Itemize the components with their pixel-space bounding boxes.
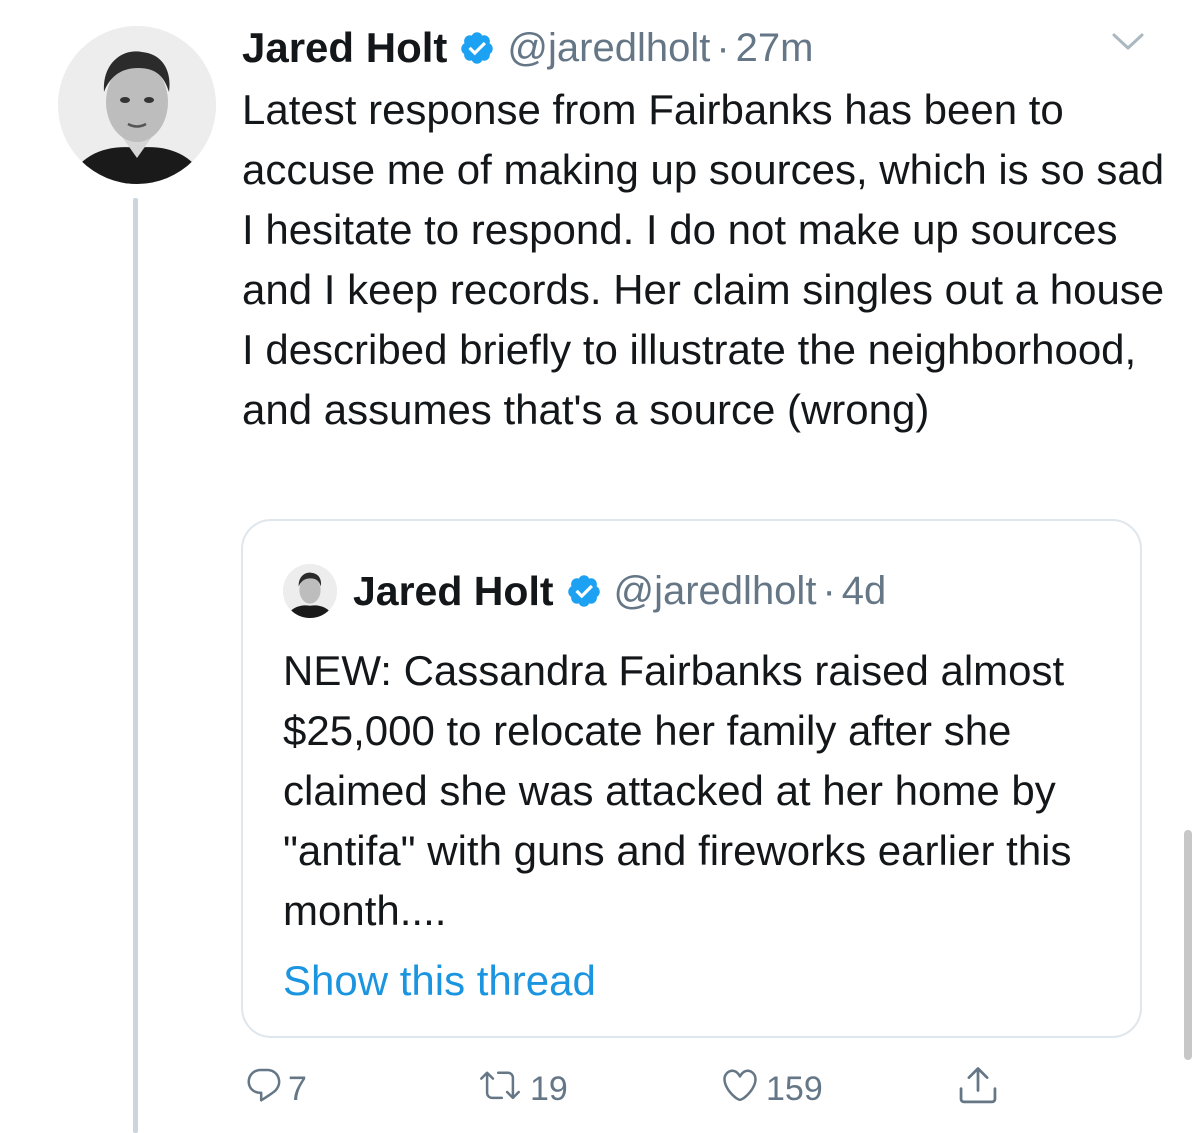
author-avatar[interactable] xyxy=(58,26,216,184)
tweet-header: Jared Holt @jaredlholt · 27m xyxy=(242,20,813,76)
heart-icon xyxy=(718,1065,762,1114)
quoted-author-avatar xyxy=(283,564,337,618)
scrollbar[interactable] xyxy=(1184,830,1192,1060)
tweet-timestamp[interactable]: 27m xyxy=(736,26,814,71)
show-thread-link[interactable]: Show this thread xyxy=(283,951,596,1011)
like-count: 159 xyxy=(766,1069,823,1108)
share-icon xyxy=(956,1063,1000,1116)
quoted-tweet-timestamp: 4d xyxy=(841,568,887,613)
reply-icon xyxy=(244,1065,284,1114)
retweet-count: 19 xyxy=(530,1069,568,1108)
chevron-down-icon[interactable] xyxy=(1110,30,1146,54)
quoted-tweet-card[interactable]: Jared Holt @jaredlholt · 4d NEW: Cassand… xyxy=(241,519,1142,1038)
reply-button[interactable]: 7 xyxy=(244,1062,307,1116)
quoted-header-separator: · xyxy=(822,568,836,613)
quoted-tweet-header: Jared Holt @jaredlholt · 4d xyxy=(283,561,886,621)
author-name[interactable]: Jared Holt xyxy=(242,24,447,72)
quoted-tweet-text: NEW: Cassandra Fairbanks raised almost $… xyxy=(283,647,1072,934)
retweet-button[interactable]: 19 xyxy=(474,1062,568,1116)
tweet-text: Latest response from Fairbanks has been … xyxy=(242,86,1165,433)
author-handle[interactable]: @jaredlholt xyxy=(507,26,710,71)
header-separator: · xyxy=(716,25,730,70)
reply-count: 7 xyxy=(288,1069,307,1108)
quoted-author-handle: @jaredlholt xyxy=(613,568,817,613)
retweet-icon xyxy=(474,1065,526,1114)
thread-line xyxy=(133,198,138,1133)
share-button[interactable] xyxy=(956,1062,1000,1116)
tweet-action-bar: 7 19 159 xyxy=(242,1062,1022,1116)
verified-badge-icon xyxy=(459,30,495,66)
like-button[interactable]: 159 xyxy=(718,1062,823,1116)
verified-badge-icon xyxy=(566,573,602,609)
quoted-author-name: Jared Holt xyxy=(353,567,554,614)
